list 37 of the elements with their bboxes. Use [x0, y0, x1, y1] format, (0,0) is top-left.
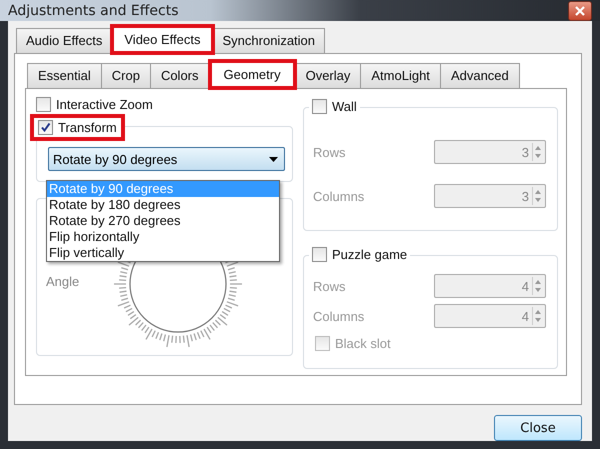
field-label: Columns [313, 188, 364, 204]
tab[interactable]: Colors [150, 63, 210, 88]
dropdown-option[interactable]: Flip horizontally [47, 229, 279, 245]
angle-label: Angle [46, 274, 80, 289]
up-down-arrows-icon [532, 187, 543, 205]
checkbox-label: Black slot [335, 336, 391, 351]
up-down-arrows-icon [532, 307, 543, 325]
caret-icon [269, 156, 278, 162]
tab[interactable]: Crop [100, 63, 151, 88]
checkbox[interactable] [312, 99, 327, 114]
tab[interactable]: Synchronization [212, 28, 326, 53]
window-title: Adjustments and Effects [8, 2, 178, 18]
tab[interactable]: Video Effects [111, 25, 214, 54]
checkbox[interactable] [312, 247, 327, 262]
dropdown-option[interactable]: Rotate by 180 degrees [47, 197, 279, 213]
checkbox-label: Transform [58, 120, 117, 135]
tab[interactable]: Audio Effects [16, 28, 112, 53]
dropdown-option[interactable]: Flip vertically [47, 245, 279, 261]
checkbox-label: Puzzle game [332, 247, 408, 262]
tab[interactable]: Essential [27, 63, 102, 88]
checkbox[interactable] [38, 120, 53, 135]
tab[interactable]: AtmoLight [360, 63, 441, 88]
close-button[interactable]: Close [494, 415, 582, 441]
checkbox-label: Wall [332, 99, 357, 114]
tab[interactable]: Geometry [208, 60, 296, 89]
checkbox-label: Interactive Zoom [56, 97, 153, 112]
dropdown[interactable]: Rotate by 90 degrees [48, 147, 285, 171]
dropdown-option[interactable]: Rotate by 270 degrees [47, 213, 279, 229]
field-label: Rows [313, 144, 346, 160]
close-icon[interactable] [568, 0, 592, 20]
up-down-arrows-icon [532, 277, 543, 295]
field-label: Rows [313, 278, 346, 294]
tab[interactable]: Advanced [440, 63, 520, 88]
tab[interactable]: Overlay [294, 63, 362, 88]
up-down-arrows-icon [532, 143, 543, 161]
field-label: Columns [313, 308, 364, 324]
checkbox[interactable] [36, 97, 51, 112]
